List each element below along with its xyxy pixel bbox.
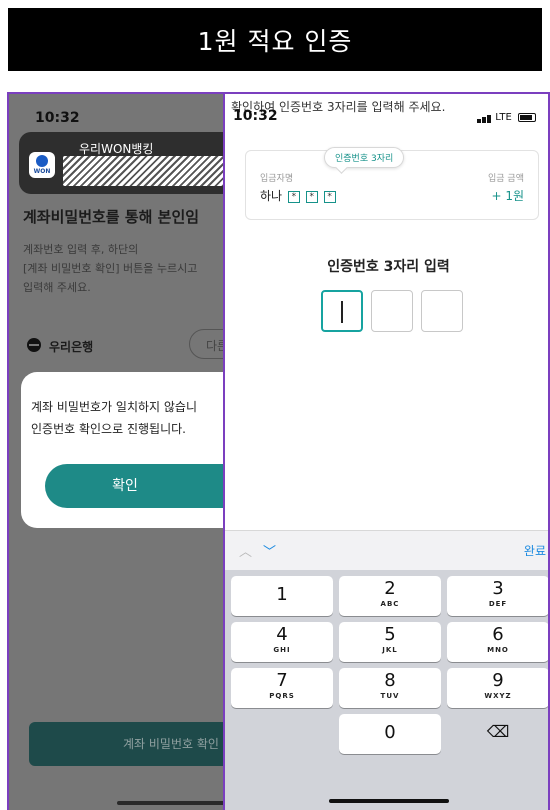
dialog-confirm-button[interactable]: 확인 [45,464,229,508]
key-digit: 9 [492,670,504,691]
dialog-message: 계좌 비밀번호가 일치하지 않습니 인증번호 확인으로 진행됩니다. [31,396,197,440]
masked-char: * [305,190,318,203]
page-title: 1원 적요 인증 [8,8,542,71]
screenshots-container: 10:32 WON 우리WON뱅킹 계좌비밀번호를 통해 본인임 계좌번호 입력… [7,92,550,810]
sender-prefix: 하나 [260,189,283,203]
chevron-up-icon[interactable]: ︿ [239,541,252,560]
code-digit-input-2[interactable] [371,290,413,332]
key-4[interactable]: 4 GHI [231,622,333,662]
chevron-down-icon[interactable]: ﹀ [263,541,276,560]
key-letters: PQRS [269,692,295,700]
masked-char: * [287,190,300,203]
dialog-message-line: 인증번호 확인으로 진행됩니다. [31,422,186,436]
key-letters: GHI [273,646,291,654]
description-line: [계좌 비밀번호 확인] 버튼을 누르시고 [23,262,198,275]
key-2[interactable]: 2 ABC [339,576,441,616]
backspace-icon: ⌫ [486,722,510,741]
key-digit: 6 [492,624,504,645]
sender-label: 입금자명 [260,174,294,184]
key-1[interactable]: 1 [231,576,333,616]
keyboard-toolbar: ︿ ﹀ 완료 [225,530,548,570]
key-9[interactable]: 9 WXYZ [447,668,548,708]
notification-app-name: 우리WON뱅킹 [79,142,154,156]
signal-icon [477,119,481,123]
alert-dialog: 계좌 비밀번호가 일치하지 않습니 인증번호 확인으로 진행됩니다. 확인 [21,372,229,528]
key-digit: 1 [276,584,288,605]
home-indicator [117,801,227,805]
signal-icon [482,117,486,123]
description-line: 입력해 주세요. [23,281,91,294]
redacted-notification-body [63,156,229,186]
code-digit-input-3[interactable] [421,290,463,332]
key-digit: 3 [492,578,504,599]
masked-char: * [323,190,336,203]
battery-icon [518,112,536,122]
won-bank-logo-icon: WON [29,152,55,178]
numeric-keypad: 1 2 ABC 3 DEF 4 GHI 5 JKL 6 MNO 7 PQRS 8… [225,570,548,810]
push-notification[interactable]: WON 우리WON뱅킹 [19,132,229,194]
key-letters: WXYZ [484,692,512,700]
code-digit-input-1[interactable] [321,290,363,332]
status-bar-icons: LTE [477,112,536,123]
key-5[interactable]: 5 JKL [339,622,441,662]
key-7[interactable]: 7 PQRS [231,668,333,708]
left-phone-screen: 10:32 WON 우리WON뱅킹 계좌비밀번호를 통해 본인임 계좌번호 입력… [9,94,229,810]
key-letters: MNO [487,646,509,654]
amount-label: 입금 금액 [488,174,524,184]
key-8[interactable]: 8 TUV [339,668,441,708]
dialog-message-line: 계좌 비밀번호가 일치하지 않습니 [31,400,198,414]
key-digit: 2 [384,578,396,599]
key-digit: 7 [276,670,288,691]
key-letters: DEF [488,600,508,608]
auth-heading: 계좌비밀번호를 통해 본인임 [23,208,200,226]
network-label: LTE [495,112,512,123]
woori-bank-icon [27,338,41,352]
key-digit: 5 [384,624,396,645]
key-3[interactable]: 3 DEF [447,576,548,616]
bank-name: 우리은행 [49,340,94,354]
key-digit: 8 [384,670,396,691]
deposit-info-card: 인증번호 3자리 입금자명 하나 * * * 입금 금액 + 1원 [245,147,539,220]
key-letters: JKL [382,646,398,654]
sender-value: 하나 * * * [260,187,336,204]
keyboard-done-button[interactable]: 완료 [524,542,546,559]
right-phone-screen: 확인하여 인증번호 3자리를 입력해 주세요. 10:32 LTE 인증번호 3… [223,94,548,810]
key-6[interactable]: 6 MNO [447,622,548,662]
description-line: 계좌번호 입력 후, 하단의 [23,243,139,256]
code-input-title: 인증번호 3자리 입력 [327,259,450,275]
auth-description: 계좌번호 입력 후, 하단의 [계좌 비밀번호 확인] 버튼을 누르시고 입력해… [23,240,197,297]
signal-icon [487,115,491,123]
code-input-group [321,290,463,332]
key-0[interactable]: 0 [339,714,441,754]
key-letters: TUV [380,692,400,700]
status-time: 10:32 [35,110,80,126]
status-time: 10:32 [233,108,278,124]
code-hint-tooltip: 인증번호 3자리 [324,147,405,168]
home-indicator [329,799,449,803]
key-digit: 0 [384,722,396,743]
key-digit: 4 [276,624,288,645]
amount-value: + 1원 [491,189,524,203]
check-account-password-button[interactable]: 계좌 비밀번호 확인 [29,722,229,766]
key-letters: ABC [380,600,400,608]
backspace-key[interactable]: ⌫ [447,714,548,754]
